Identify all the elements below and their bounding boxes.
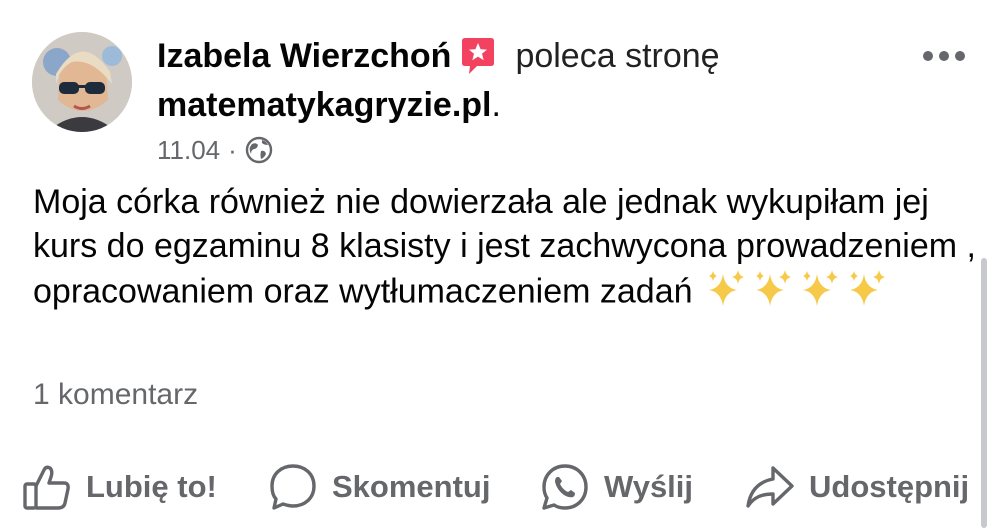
globe-icon	[245, 136, 273, 164]
thumbs-up-icon	[22, 462, 72, 512]
recommends-text: poleca stronę	[515, 36, 720, 75]
send-label: Wyślij	[604, 469, 694, 504]
author-avatar[interactable]	[32, 32, 132, 132]
share-label: Udostępnij	[809, 469, 970, 504]
comments-count[interactable]: 1 komentarz	[33, 378, 198, 412]
comment-button[interactable]: Skomentuj	[268, 456, 490, 518]
more-options-icon[interactable]	[920, 44, 968, 68]
whatsapp-icon	[540, 462, 590, 512]
page-name-suffix: .	[491, 85, 501, 124]
recommended-page: matematykagryzie.pl.	[157, 82, 501, 128]
meta-separator: ·	[228, 134, 237, 165]
post-date[interactable]: 11.04	[157, 135, 220, 166]
share-arrow-icon	[745, 462, 795, 512]
page-name-link[interactable]: matematykagryzie.pl	[157, 86, 492, 125]
like-label: Lubię to!	[86, 469, 217, 504]
comment-bubble-icon	[268, 462, 318, 512]
post-meta: 11.04 ·	[157, 132, 273, 168]
sparkles-emoji	[705, 268, 891, 319]
share-button[interactable]: Udostępnij	[745, 456, 969, 518]
send-button[interactable]: Wyślij	[540, 456, 693, 518]
author-name[interactable]: Izabela Wierzchoń	[157, 37, 451, 76]
like-button[interactable]: Lubię to!	[22, 456, 217, 518]
action-bar: Lubię to! Skomentuj Wyślij Udostępnij	[0, 456, 1000, 518]
comment-label: Skomentuj	[332, 469, 491, 504]
post-header: Izabela Wierzchoń poleca stronę	[157, 32, 720, 80]
post-body: Moja córka również nie dowierzała ale je…	[33, 180, 983, 319]
recommendation-icon	[461, 36, 495, 76]
